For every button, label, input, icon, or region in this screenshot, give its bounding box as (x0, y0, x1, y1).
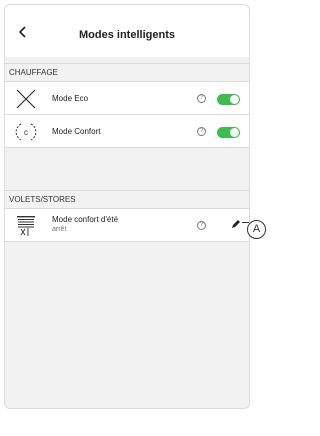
edit-button[interactable] (230, 218, 242, 230)
item-label: Mode Eco (52, 94, 89, 103)
list-item-mode-eco[interactable]: Mode Eco ? (5, 82, 249, 115)
app-header: Modes intelligents (5, 5, 249, 57)
help-icon[interactable]: ? (197, 94, 206, 103)
svg-text:c: c (24, 128, 28, 137)
section-header-chauffage: CHAUFFAGE (5, 63, 249, 82)
list-item-mode-confort[interactable]: c Mode Confort ? (5, 115, 249, 148)
comfort-c-icon: c (15, 121, 37, 143)
item-status: arrêt (52, 226, 67, 233)
list-item-mode-confort-ete[interactable]: Mode confort d'été arrêt ? (5, 209, 249, 242)
section-header-volets-stores: VOLETS/STORES (5, 190, 249, 209)
phone-screen: Modes intelligents CHAUFFAGE Mode Eco ? … (4, 4, 250, 409)
shutter-icon (15, 215, 37, 237)
callout-a: A (247, 220, 266, 239)
item-label: Mode confort d'été (52, 215, 119, 224)
page-title: Modes intelligents (79, 29, 175, 41)
help-icon[interactable]: ? (197, 221, 206, 230)
mode-eco-toggle[interactable] (217, 94, 240, 105)
item-label: Mode Confort (52, 127, 101, 136)
eco-cross-icon (15, 88, 37, 110)
help-icon[interactable]: ? (197, 127, 206, 136)
mode-confort-toggle[interactable] (217, 127, 240, 138)
pencil-icon (232, 220, 240, 228)
